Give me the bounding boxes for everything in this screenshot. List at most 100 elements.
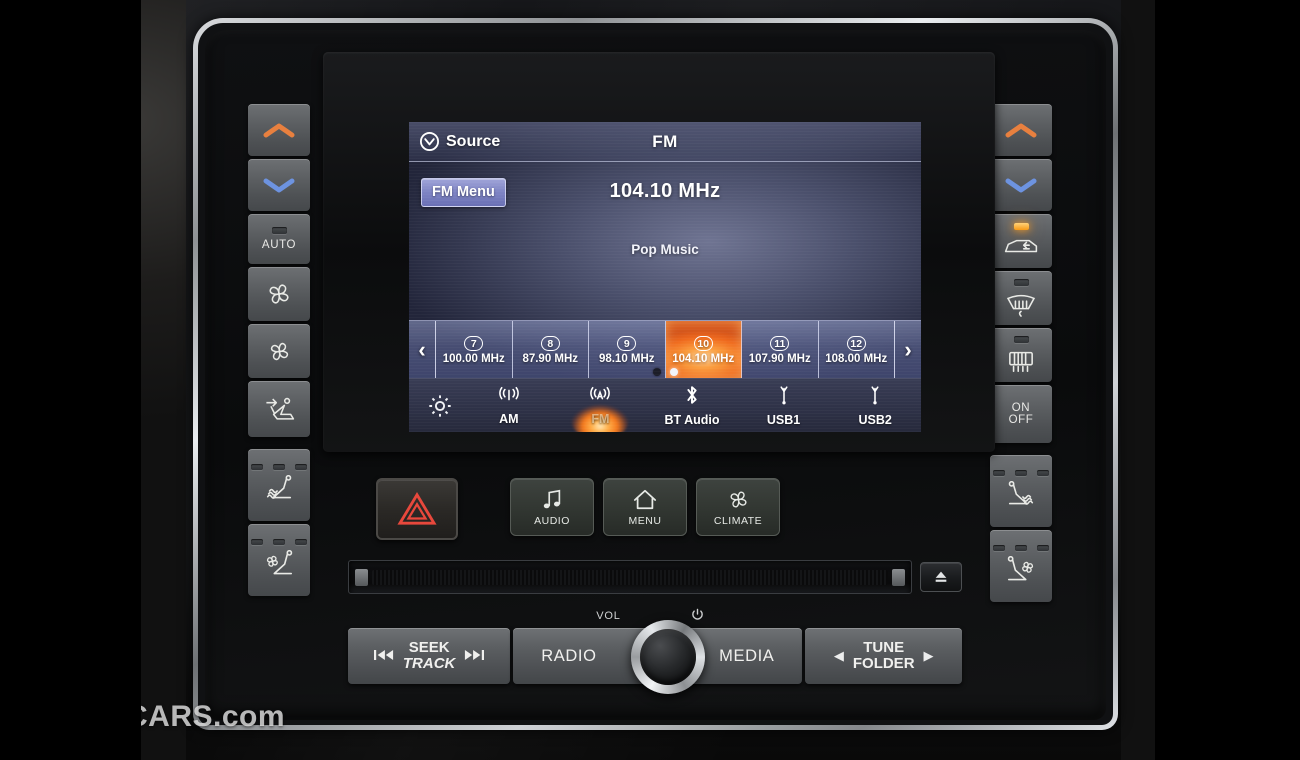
seat-vent-led-group: [993, 544, 1049, 551]
preset-frequency: 100.00 MHz: [442, 353, 505, 365]
left-temp-up-button[interactable]: [248, 104, 310, 156]
chevron-down-icon: [1005, 178, 1037, 193]
power-icon: [691, 608, 704, 624]
menu-button[interactable]: MENU: [603, 478, 687, 536]
source-item-usb1[interactable]: USB1: [738, 379, 830, 433]
source-item-usb2[interactable]: USB2: [829, 379, 921, 433]
source-label-usb2: USB2: [858, 413, 892, 427]
right-climate-button-column: ON OFF: [990, 104, 1052, 605]
hazard-lights-button[interactable]: [376, 478, 458, 540]
left-seat-ventilation-button[interactable]: [248, 524, 310, 596]
airflow-mode-button[interactable]: [248, 381, 310, 437]
fan-speed-down-button[interactable]: [248, 324, 310, 378]
airflow-seat-icon: [266, 397, 295, 420]
track-label: TRACK: [402, 655, 456, 672]
page-dot-2[interactable]: [669, 368, 678, 376]
tune-folder-button[interactable]: ◀ TUNE FOLDER ▶: [805, 628, 962, 684]
display-header: Source FM: [409, 122, 921, 162]
left-seat-heater-button[interactable]: [248, 449, 310, 521]
source-label: Source: [446, 132, 501, 150]
infotainment-display[interactable]: Source FM FM Menu 104.10 MHz Pop Music ‹…: [409, 122, 921, 432]
page-dot-1[interactable]: [652, 368, 661, 376]
preset-number: 7: [464, 336, 484, 351]
cd-slot[interactable]: [348, 560, 912, 594]
preset-frequency: 107.90 MHz: [748, 353, 811, 365]
seat-vent-led-3: [1037, 544, 1049, 551]
rear-defrost-led: [1013, 336, 1029, 343]
preset-number: 11: [770, 336, 790, 351]
chevron-up-icon: [263, 123, 295, 138]
source-label-am: AM: [499, 412, 519, 426]
heated-seat-icon: [1008, 480, 1034, 505]
settings-button[interactable]: [417, 393, 463, 419]
eject-icon: [935, 571, 947, 582]
rear-defrost-led-group: [1013, 336, 1029, 343]
climate-button[interactable]: CLIMATE: [696, 478, 780, 536]
air-recirculation-button[interactable]: [990, 214, 1052, 268]
knob-captions: VOL: [0, 608, 1300, 624]
display-bezel: Source FM FM Menu 104.10 MHz Pop Music ‹…: [323, 52, 995, 452]
seat-vent-led-2: [1015, 544, 1027, 551]
preset-frequency: 87.90 MHz: [522, 353, 579, 365]
triangle-right-icon: ▶: [923, 648, 934, 663]
recirculation-led-group: [1013, 223, 1029, 230]
preset-number: 12: [846, 336, 866, 351]
home-icon: [633, 489, 657, 509]
left-temp-down-button[interactable]: [248, 159, 310, 211]
source-button[interactable]: Source: [419, 131, 500, 152]
letterbox-left: [0, 0, 141, 760]
skip-next-icon: [464, 649, 485, 664]
seat-heater-led-3: [295, 463, 307, 470]
cd-eject-button[interactable]: [920, 562, 962, 592]
fm-antenna-icon: [587, 385, 613, 410]
audio-button[interactable]: AUDIO: [510, 478, 594, 536]
auto-button-label: AUTO: [261, 238, 297, 251]
seek-track-button[interactable]: SEEK TRACK: [348, 628, 511, 684]
preset-strip: ‹ 7 100.00 MHz 8 87.90 MHz 9 98.10 MHz 1…: [409, 320, 921, 378]
fan-icon: [729, 491, 747, 508]
auto-climate-button[interactable]: AUTO: [248, 214, 310, 264]
seat-heater-led-1: [251, 463, 263, 470]
gear-icon: [429, 394, 451, 417]
source-item-fm[interactable]: FM: [555, 379, 647, 433]
seat-vent-led-1: [993, 544, 1005, 551]
fan-speed-up-button[interactable]: [248, 267, 310, 321]
seek-track-labels: SEEK TRACK: [402, 639, 456, 672]
front-defrost-led: [1013, 279, 1029, 286]
source-items: AM FM BT Audio USB1 USB2: [463, 379, 921, 433]
preset-frequency: 104.10 MHz: [672, 353, 735, 365]
music-note-icon: [543, 489, 561, 508]
display-body: FM Menu 104.10 MHz Pop Music: [409, 162, 921, 320]
source-label-usb1: USB1: [766, 413, 801, 427]
station-genre: Pop Music: [631, 242, 699, 257]
right-seat-heater-button[interactable]: [990, 455, 1052, 527]
letterbox-right: [1155, 0, 1300, 760]
seat-heater-led-2: [1015, 469, 1027, 476]
seat-heater-led-group: [251, 463, 307, 470]
tune-folder-labels: TUNE FOLDER: [852, 638, 915, 672]
front-defrost-button[interactable]: [990, 271, 1052, 325]
rear-defrost-button[interactable]: [990, 328, 1052, 382]
climate-power-button[interactable]: ON OFF: [990, 385, 1052, 443]
volume-knob-face: [640, 629, 696, 685]
tune-label: TUNE: [863, 638, 905, 656]
volume-knob[interactable]: [631, 620, 705, 694]
seat-heater-led-3: [1037, 469, 1049, 476]
center-function-row: AUDIO MENU CLIMATE: [376, 478, 789, 540]
climate-button-label: CLIMATE: [713, 515, 763, 527]
ventilated-seat-icon: [1007, 555, 1034, 580]
right-seat-ventilation-button[interactable]: [990, 530, 1052, 602]
front-defrost-led-group: [1013, 279, 1029, 286]
console-screenshot: AUTO ON OFF Source FM FM Menu 104.10 MHz…: [0, 0, 1300, 760]
menu-button-label: MENU: [628, 514, 662, 527]
source-item-bt-audio[interactable]: BT Audio: [646, 379, 738, 433]
cd-slot-tab-right: [892, 568, 905, 586]
folder-label: FOLDER: [852, 655, 915, 672]
fan-icon: [270, 342, 288, 360]
audio-button-label: AUDIO: [534, 514, 570, 527]
front-defrost-icon: [1006, 294, 1036, 317]
right-temp-up-button[interactable]: [990, 104, 1052, 156]
source-item-am[interactable]: AM: [463, 379, 555, 433]
seat-vent-led-group: [251, 538, 307, 545]
right-temp-down-button[interactable]: [990, 159, 1052, 211]
